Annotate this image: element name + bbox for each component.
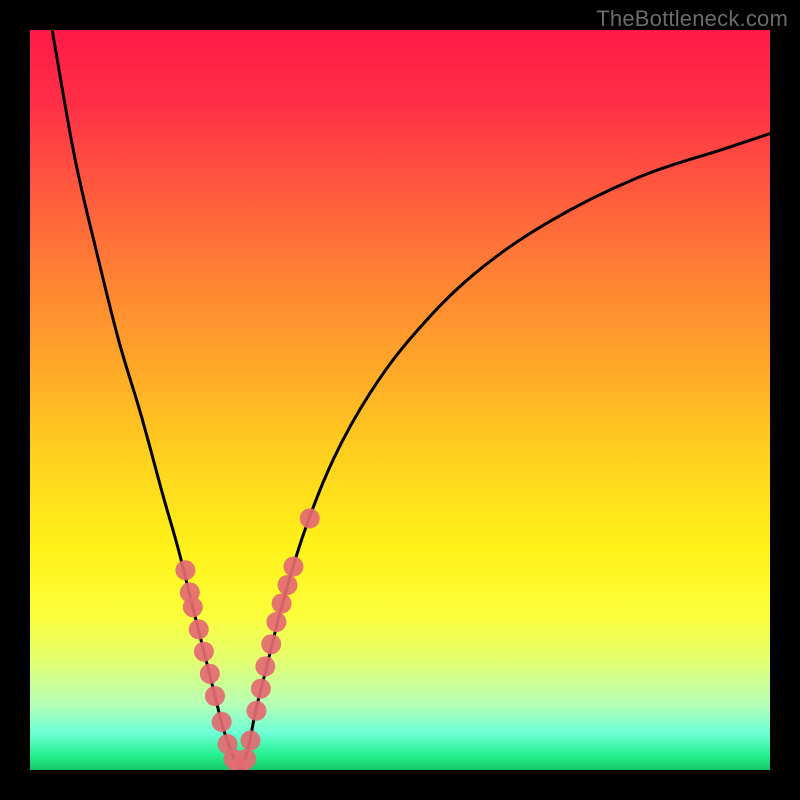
data-marker (283, 557, 303, 577)
data-marker (278, 575, 298, 595)
data-marker (205, 686, 225, 706)
data-marker (246, 701, 266, 721)
data-marker (272, 594, 292, 614)
curve-left-branch (52, 30, 241, 770)
data-marker (189, 619, 209, 639)
chart-frame: TheBottleneck.com (0, 0, 800, 800)
watermark-text: TheBottleneck.com (596, 6, 788, 32)
data-marker (300, 508, 320, 528)
data-marker (255, 656, 275, 676)
data-marker (194, 642, 214, 662)
data-marker (241, 730, 261, 750)
chart-svg (30, 30, 770, 770)
data-marker (266, 612, 286, 632)
data-marker (212, 712, 232, 732)
data-marker (175, 560, 195, 580)
data-marker (183, 597, 203, 617)
data-marker (251, 679, 271, 699)
data-marker (261, 634, 281, 654)
curve-right-branch (241, 134, 770, 770)
data-marker (236, 749, 256, 769)
plot-area (30, 30, 770, 770)
data-marker (200, 664, 220, 684)
